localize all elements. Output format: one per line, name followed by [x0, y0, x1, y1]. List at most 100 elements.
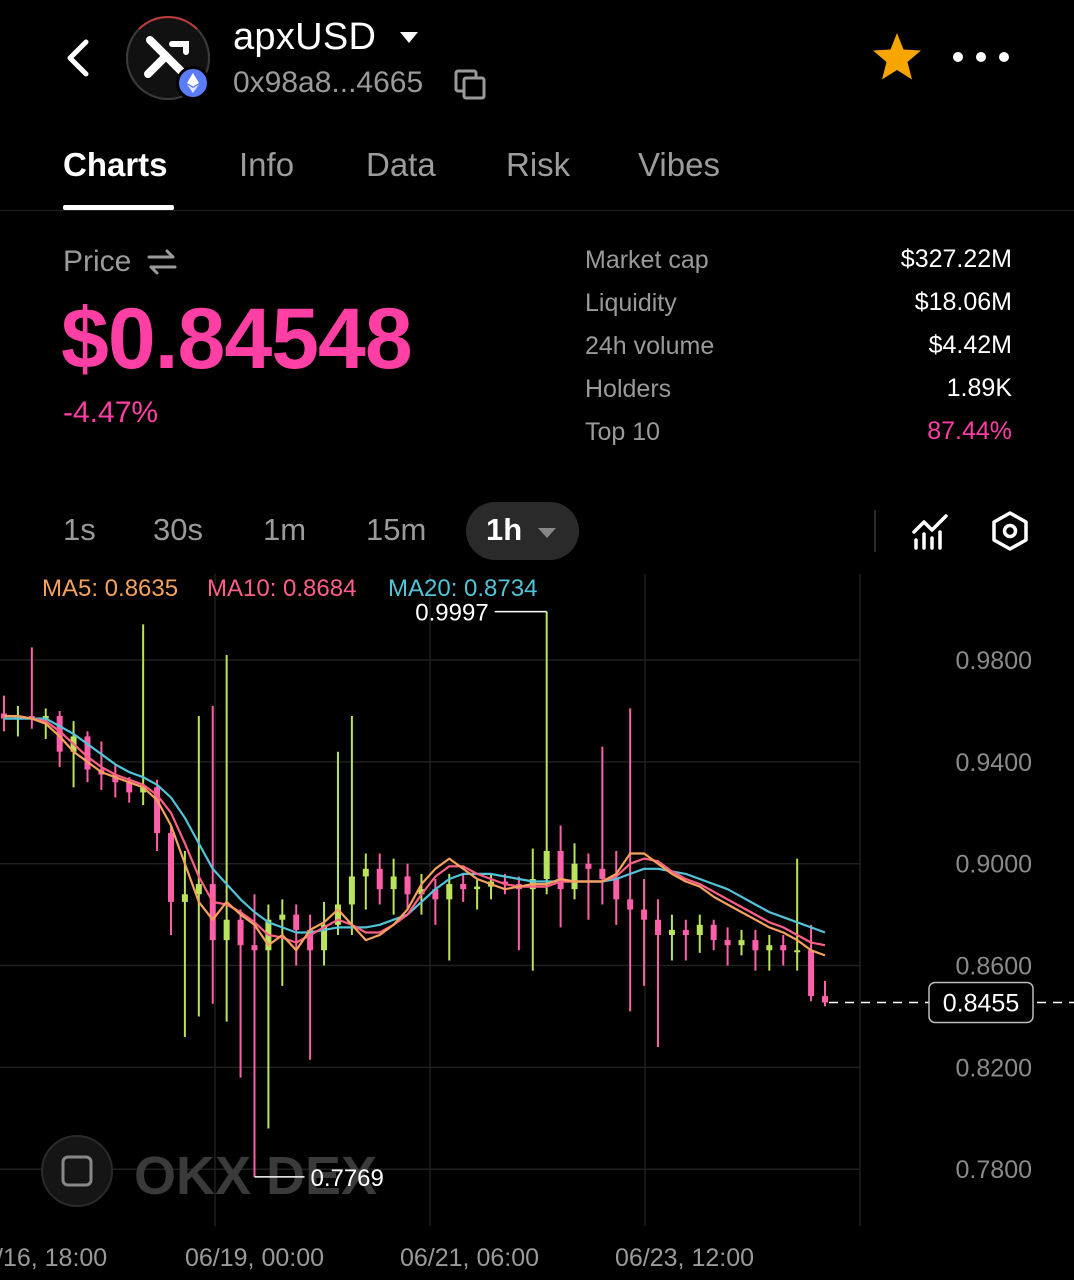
chart-settings-icon[interactable] [990, 510, 1030, 552]
stat-value-holders: 1.89K [946, 374, 1012, 402]
stat-label-volume: 24h volume [585, 332, 715, 360]
candle-body [738, 940, 745, 946]
tab-info[interactable]: Info [239, 146, 294, 184]
stat-value-top10: 87.44% [927, 417, 1012, 445]
current-price-label: 0.8455 [943, 989, 1019, 1017]
tabs-divider [0, 210, 1074, 211]
ma-legend-item: MA20: 0.8734 [388, 575, 537, 602]
stat-label-market-cap: Market cap [585, 246, 709, 274]
chart-annotations: 0.9997 0.7769 0.8455 [254, 600, 1074, 1192]
tab-vibes[interactable]: Vibes [638, 146, 720, 184]
candle-body [766, 945, 773, 951]
candle-body [279, 914, 286, 920]
candle-body [251, 945, 258, 951]
stat-value-volume: $4.42M [928, 331, 1012, 359]
candle-body [446, 884, 453, 900]
ethereum-icon [176, 66, 210, 100]
candle-body [696, 924, 703, 936]
candle-body [237, 919, 244, 946]
ma20-line [4, 717, 826, 934]
interval-30s[interactable]: 30s [153, 512, 203, 548]
chevron-left-icon [67, 39, 89, 77]
candle-body [460, 884, 467, 890]
interval-1s[interactable]: 1s [63, 512, 96, 548]
toolbar-divider [874, 510, 876, 552]
stat-label-liquidity: Liquidity [585, 289, 677, 317]
x-tick-label: 06/19, 00:00 [185, 1244, 324, 1272]
stat-value-market-cap: $327.22M [900, 245, 1012, 273]
fullscreen-button-bg [41, 1135, 113, 1207]
x-tick-label: 06/21, 06:00 [400, 1244, 539, 1272]
tab-data[interactable]: Data [366, 146, 436, 184]
more-horizontal-icon[interactable] [950, 46, 1012, 68]
candle-body [780, 945, 787, 951]
candle-body [822, 996, 828, 1003]
x-tick-label: /16, 18:00 [0, 1244, 107, 1272]
star-icon[interactable] [870, 30, 924, 84]
chevron-down-icon [538, 528, 556, 538]
candle-body [808, 950, 815, 997]
candle-body [223, 919, 230, 941]
token-name[interactable]: apxUSD [233, 16, 376, 59]
tab-risk[interactable]: Risk [506, 146, 570, 184]
y-tick-label: 0.9800 [956, 647, 1032, 675]
high-label: 0.9997 [415, 600, 488, 627]
ma5-line [4, 715, 826, 957]
candle-body [627, 899, 634, 910]
ma-legend-item: MA5: 0.8635 [42, 575, 178, 602]
candle-body [710, 924, 717, 941]
candle-body [181, 894, 188, 902]
interval-1h-selector[interactable]: 1h [466, 502, 579, 560]
candle-body [167, 833, 174, 902]
x-axis: /16, 18:00 06/19, 00:00 06/21, 06:00 06/23,… [0, 1244, 754, 1272]
candle-body [571, 863, 578, 890]
candle-body [362, 868, 369, 877]
moving-average-lines [4, 715, 826, 957]
ma10-line [4, 715, 826, 947]
price-chart[interactable]: OKX DEX 0.99970.77690.8455 0.98000.94000… [0, 574, 1074, 1280]
price-label: Price [63, 245, 132, 278]
candle-body [209, 884, 216, 941]
candle-body [543, 850, 550, 879]
x-tick-label: 06/23, 12:00 [615, 1244, 754, 1272]
indicator-chart-icon[interactable] [910, 510, 952, 552]
low-label: 0.7769 [310, 1165, 383, 1192]
candle-body [474, 886, 481, 890]
candle-body [557, 850, 564, 890]
candle-body [794, 950, 801, 953]
candle-body [655, 919, 662, 936]
stat-label-holders: Holders [585, 375, 672, 403]
ma-legend-item: MA10: 0.8684 [207, 575, 356, 602]
candle-body [376, 868, 383, 890]
token-address: 0x98a8...4665 [233, 66, 424, 99]
candle-body [585, 863, 592, 869]
copy-icon[interactable] [453, 68, 487, 100]
candle-body [682, 929, 689, 936]
ma-legend: MA5: 0.8635 MA10: 0.8684 MA20: 0.8734 [42, 575, 537, 602]
candle-body [724, 940, 731, 946]
candle-body [195, 884, 202, 895]
candle-body [293, 914, 300, 930]
interval-1m[interactable]: 1m [263, 512, 306, 548]
candle-body [404, 876, 411, 895]
swap-icon[interactable] [146, 247, 178, 277]
y-tick-label: 0.9000 [956, 851, 1032, 879]
y-axis: 0.9800 0.9400 0.9000 0.8600 0.8200 0.7800 [956, 647, 1032, 1184]
y-tick-label: 0.8600 [956, 953, 1032, 981]
y-tick-label: 0.9400 [956, 749, 1032, 777]
token-switch-caret-icon[interactable] [400, 32, 418, 43]
chart-grid [0, 574, 861, 1226]
stat-value-liquidity: $18.06M [914, 288, 1012, 316]
tab-charts[interactable]: Charts [63, 146, 168, 184]
candle-body [613, 878, 620, 900]
interval-selected-label: 1h [486, 512, 523, 547]
token-logo [126, 16, 210, 100]
candles [1, 611, 828, 1177]
back-button[interactable] [58, 36, 98, 80]
candle-body [390, 876, 397, 890]
stat-label-top10: Top 10 [585, 418, 661, 446]
candle-body [599, 868, 606, 879]
y-tick-label: 0.8200 [956, 1054, 1032, 1082]
interval-15m[interactable]: 15m [366, 512, 426, 548]
y-tick-label: 0.7800 [956, 1156, 1032, 1184]
